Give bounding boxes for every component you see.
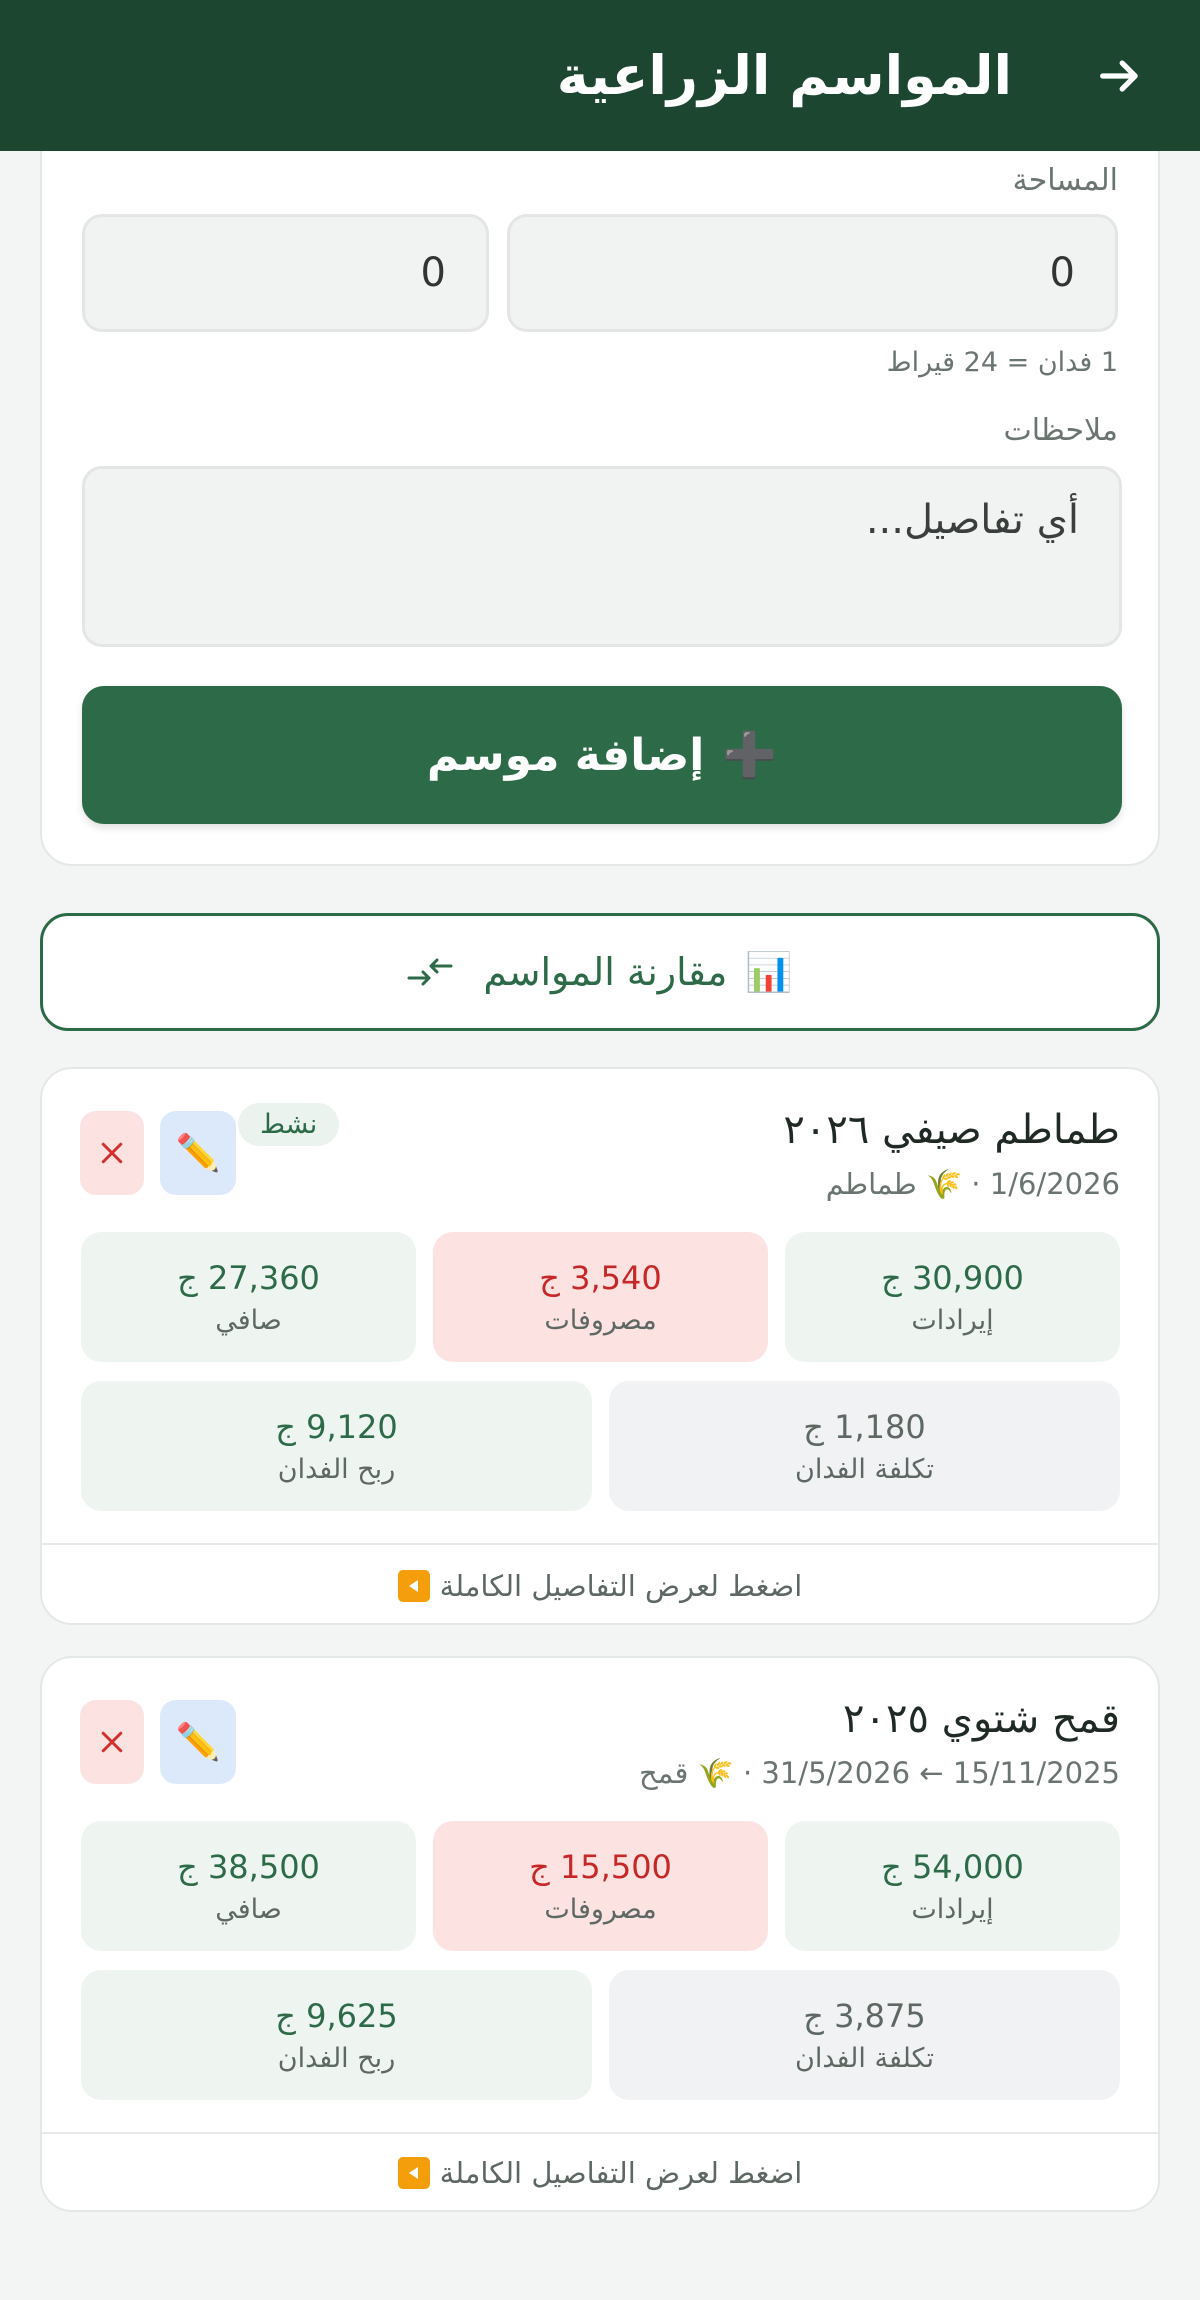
notes-textarea[interactable]: أي تفاصيل... <box>82 466 1122 647</box>
expenses-stat: 15,500 ج مصروفات <box>433 1821 768 1951</box>
revenue-label: إيرادات <box>911 1893 994 1925</box>
view-details-link[interactable]: اضغط لعرض التفاصيل الكاملة <box>42 1563 1158 1609</box>
compare-arrows-icon <box>407 958 453 986</box>
revenue-value: 30,900 ج <box>881 1258 1024 1297</box>
season-title: طماطم صيفي ٢٠٢٦ <box>783 1107 1120 1153</box>
area-hint: 1 فدان = 24 قيراط <box>886 347 1118 378</box>
add-icon: ➕ <box>722 730 778 781</box>
close-icon <box>101 1142 123 1164</box>
expenses-label: مصروفات <box>544 1304 657 1336</box>
close-icon <box>101 1731 123 1753</box>
profit-per-feddan-value: 9,625 ج <box>275 1996 398 2035</box>
expenses-value: 15,500 ج <box>529 1847 672 1886</box>
app-bar: المواسم الزراعية <box>0 0 1200 151</box>
cost-per-feddan-label: تكلفة الفدان <box>795 1453 934 1485</box>
add-season-button[interactable]: ➕ إضافة موسم <box>82 686 1122 824</box>
revenue-stat: 54,000 ج إيرادات <box>785 1821 1120 1951</box>
area-qirat-input[interactable]: 0 <box>82 214 489 332</box>
view-details-link[interactable]: اضغط لعرض التفاصيل الكاملة <box>42 2150 1158 2196</box>
page-title: المواسم الزراعية <box>556 44 1012 107</box>
profit-per-feddan-stat: 9,120 ج ربح الفدان <box>81 1381 592 1511</box>
season-card[interactable]: طماطم صيفي ٢٠٢٦ 1/6/2026 · 🌾 طماطم نشط ✏… <box>40 1067 1160 1625</box>
cost-per-feddan-stat: 1,180 ج تكلفة الفدان <box>609 1381 1120 1511</box>
add-season-label: إضافة موسم <box>426 729 705 781</box>
pencil-icon: ✏️ <box>175 1133 221 1174</box>
net-label: صافي <box>215 1893 282 1925</box>
compare-seasons-button[interactable]: 📊 مقارنة المواسم <box>40 913 1160 1031</box>
season-card[interactable]: قمح شتوي ٢٠٢٥ 15/11/2025 ← 31/5/2026 · 🌾… <box>40 1656 1160 2212</box>
season-title: قمح شتوي ٢٠٢٥ <box>843 1696 1120 1742</box>
play-left-icon <box>397 2157 430 2189</box>
view-details-label: اضغط لعرض التفاصيل الكاملة <box>439 2156 803 2190</box>
back-button[interactable] <box>1092 48 1148 104</box>
view-details-label: اضغط لعرض التفاصيل الكاملة <box>439 1569 803 1603</box>
notes-label: ملاحظات <box>1003 413 1118 448</box>
expenses-stat: 3,540 ج مصروفات <box>433 1232 768 1362</box>
delete-button[interactable] <box>80 1700 144 1784</box>
status-badge: نشط <box>238 1103 340 1146</box>
revenue-label: إيرادات <box>911 1304 994 1336</box>
play-left-icon <box>397 1570 430 1602</box>
profit-per-feddan-value: 9,120 ج <box>275 1407 398 1446</box>
compare-label: مقارنة المواسم <box>483 950 728 994</box>
pencil-icon: ✏️ <box>175 1722 221 1763</box>
revenue-value: 54,000 ج <box>881 1847 1024 1886</box>
cost-per-feddan-value: 3,875 ج <box>803 1996 926 2035</box>
edit-button[interactable]: ✏️ <box>160 1111 236 1195</box>
cost-per-feddan-label: تكلفة الفدان <box>795 2042 934 2074</box>
arrow-back-icon <box>1100 59 1138 92</box>
profit-per-feddan-label: ربح الفدان <box>277 1453 396 1485</box>
area-feddan-input[interactable]: 0 <box>507 214 1118 332</box>
add-season-form: المساحة 0 0 1 فدان = 24 قيراط ملاحظات أي… <box>40 151 1160 866</box>
delete-button[interactable] <box>80 1111 144 1195</box>
chart-icon: 📊 <box>745 949 793 994</box>
cost-per-feddan-stat: 3,875 ج تكلفة الفدان <box>609 1970 1120 2100</box>
net-label: صافي <box>215 1304 282 1336</box>
profit-per-feddan-label: ربح الفدان <box>277 2042 396 2074</box>
area-label: المساحة <box>1012 163 1118 198</box>
season-meta: 1/6/2026 · 🌾 طماطم <box>825 1167 1120 1201</box>
net-stat: 27,360 ج صافي <box>81 1232 416 1362</box>
net-value: 38,500 ج <box>177 1847 320 1886</box>
revenue-stat: 30,900 ج إيرادات <box>785 1232 1120 1362</box>
expenses-label: مصروفات <box>544 1893 657 1925</box>
net-stat: 38,500 ج صافي <box>81 1821 416 1951</box>
edit-button[interactable]: ✏️ <box>160 1700 236 1784</box>
net-value: 27,360 ج <box>177 1258 320 1297</box>
expenses-value: 3,540 ج <box>539 1258 662 1297</box>
divider <box>42 2132 1158 2134</box>
cost-per-feddan-value: 1,180 ج <box>803 1407 926 1446</box>
divider <box>42 1543 1158 1545</box>
profit-per-feddan-stat: 9,625 ج ربح الفدان <box>81 1970 592 2100</box>
season-meta: 15/11/2025 ← 31/5/2026 · 🌾 قمح <box>639 1756 1120 1790</box>
